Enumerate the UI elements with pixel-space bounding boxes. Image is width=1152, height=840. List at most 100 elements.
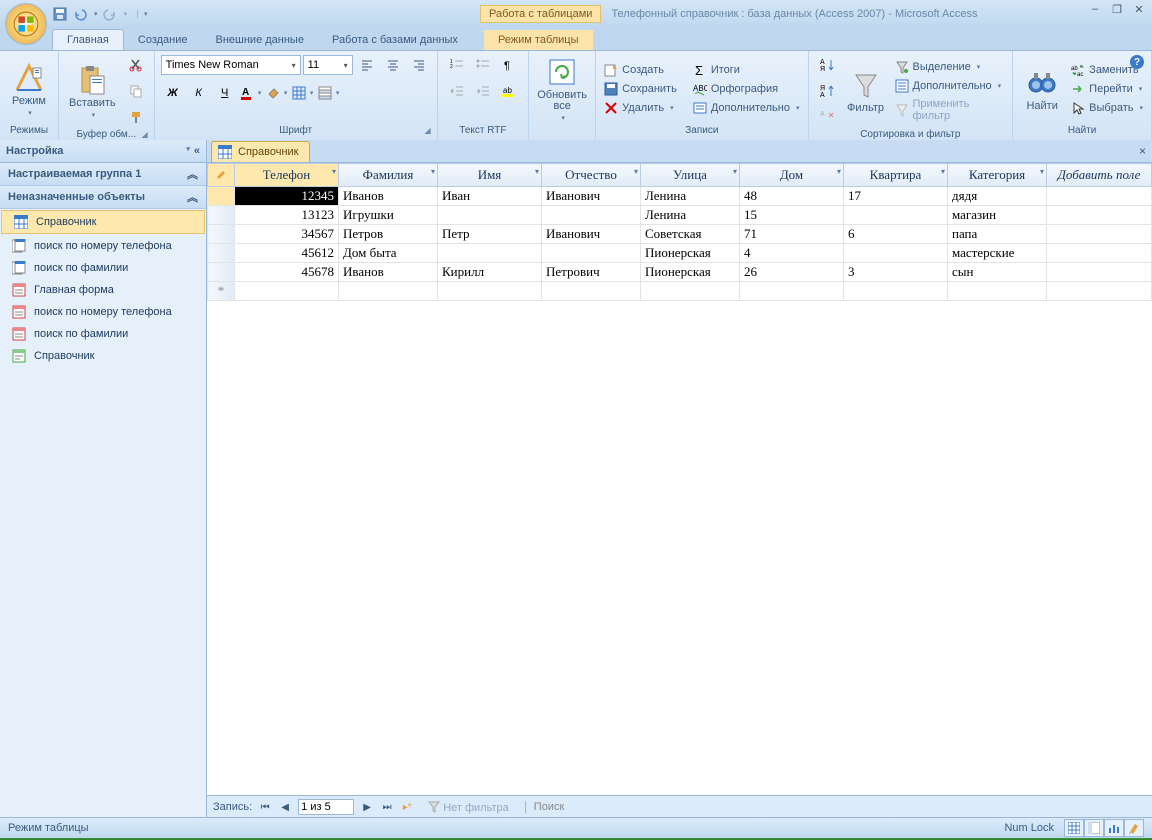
cut-button[interactable] <box>124 53 148 77</box>
tab-dbtools[interactable]: Работа с базами данных <box>318 30 472 50</box>
cell-kv[interactable]: 6 <box>844 225 948 244</box>
table-row[interactable]: 45678ИвановКириллПетровичПионерская263сы… <box>208 263 1152 282</box>
cell-fam[interactable]: Игрушки <box>339 206 438 225</box>
row-selector[interactable] <box>208 244 235 263</box>
cell-ul[interactable]: Пионерская <box>641 244 740 263</box>
datasheet[interactable]: Телефон▾Фамилия▾Имя▾Отчество▾Улица▾Дом▾К… <box>207 163 1152 795</box>
select-all-cell[interactable] <box>208 164 235 187</box>
undo-icon[interactable] <box>72 6 88 22</box>
cell-ul[interactable]: Советская <box>641 225 740 244</box>
col-header-5[interactable]: Дом▾ <box>740 164 844 187</box>
col-header-3[interactable]: Отчество▾ <box>542 164 641 187</box>
table-row[interactable]: 34567ПетровПетрИвановичСоветская716папа <box>208 225 1152 244</box>
prev-record-button[interactable]: ◀ <box>278 800 292 814</box>
cell-imya[interactable]: Иван <box>438 187 542 206</box>
italic-button[interactable]: К <box>187 81 211 105</box>
cell-kat[interactable]: папа <box>948 225 1047 244</box>
col-header-1[interactable]: Фамилия▾ <box>339 164 438 187</box>
column-dropdown-icon[interactable]: ▾ <box>837 167 841 176</box>
copy-button[interactable] <box>124 79 148 103</box>
new-record-button[interactable]: Создать <box>602 62 679 78</box>
format-painter-button[interactable] <box>124 105 148 129</box>
nav-item-5[interactable]: поиск по фамилии <box>0 323 206 345</box>
next-record-button[interactable]: ▶ <box>360 800 374 814</box>
filter-button[interactable]: Фильтр <box>843 67 889 116</box>
align-center-button[interactable] <box>381 53 405 77</box>
nav-item-2[interactable]: поиск по фамилии <box>0 257 206 279</box>
goto-button[interactable]: Перейти▾ <box>1069 81 1145 97</box>
text-direction-button[interactable]: ¶ <box>497 53 521 77</box>
close-doc-button[interactable]: × <box>1139 144 1146 158</box>
cell-empty[interactable] <box>1047 206 1152 225</box>
cell-tel[interactable]: 12345 <box>235 187 339 206</box>
increase-indent-button[interactable] <box>471 79 495 103</box>
cell-ul[interactable]: Ленина <box>641 206 740 225</box>
cell-fam[interactable]: Иванов <box>339 187 438 206</box>
new-record-row[interactable]: * <box>208 282 1152 301</box>
cell-kat[interactable]: сын <box>948 263 1047 282</box>
delete-record-button[interactable]: Удалить▾ <box>602 100 679 116</box>
column-dropdown-icon[interactable]: ▾ <box>535 167 539 176</box>
gridlines-button[interactable]: ▾ <box>291 81 315 105</box>
font-color-button[interactable]: A▾ <box>239 81 263 105</box>
font-size-combo[interactable]: 11▾ <box>303 55 353 75</box>
cell-otch[interactable]: Петрович <box>542 263 641 282</box>
paste-button[interactable]: Вставить ▾ <box>65 62 120 121</box>
sort-desc-button[interactable]: ЯА <box>815 79 839 103</box>
save-icon[interactable] <box>52 6 68 22</box>
new-record-nav-button[interactable]: ▸* <box>400 800 414 814</box>
cell-tel[interactable]: 45678 <box>235 263 339 282</box>
cell-otch[interactable] <box>542 244 641 263</box>
fill-color-button[interactable]: ▾ <box>265 81 289 105</box>
minimize-button[interactable]: – <box>1088 3 1102 16</box>
column-dropdown-icon[interactable]: ▾ <box>332 167 336 176</box>
last-record-button[interactable]: ⏭ <box>380 800 394 814</box>
cell-kv[interactable]: 17 <box>844 187 948 206</box>
design-view-button[interactable] <box>1124 819 1144 837</box>
col-header-7[interactable]: Категория▾ <box>948 164 1047 187</box>
column-dropdown-icon[interactable]: ▾ <box>941 167 945 176</box>
altrow-color-button[interactable]: ▾ <box>317 81 341 105</box>
cell-empty[interactable] <box>1047 263 1152 282</box>
doc-tab-directory[interactable]: Справочник <box>211 141 310 162</box>
cell-ul[interactable]: Пионерская <box>641 263 740 282</box>
cell-imya[interactable] <box>438 206 542 225</box>
table-row[interactable]: 13123ИгрушкиЛенина15магазин <box>208 206 1152 225</box>
advanced-filter-button[interactable]: Дополнительно▾ <box>893 78 1007 94</box>
totals-button[interactable]: ΣИтоги <box>691 62 802 78</box>
cell-otch[interactable]: Иванович <box>542 225 641 244</box>
office-button[interactable] <box>5 3 47 45</box>
numbering-button[interactable]: 12 <box>445 53 469 77</box>
select-button[interactable]: Выбрать▾ <box>1069 100 1145 116</box>
nav-item-1[interactable]: поиск по номеру телефона <box>0 235 206 257</box>
cell-dom[interactable]: 4 <box>740 244 844 263</box>
cell-tel[interactable]: 45612 <box>235 244 339 263</box>
new-row-selector[interactable]: * <box>208 282 235 301</box>
col-header-6[interactable]: Квартира▾ <box>844 164 948 187</box>
help-icon[interactable]: ? <box>1130 55 1144 69</box>
cell-dom[interactable]: 48 <box>740 187 844 206</box>
cell-fam[interactable]: Иванов <box>339 263 438 282</box>
cell-otch[interactable] <box>542 206 641 225</box>
undo-dropdown-icon[interactable]: ▾ <box>94 10 98 18</box>
tab-datasheet[interactable]: Режим таблицы <box>484 30 593 50</box>
cell-tel[interactable]: 34567 <box>235 225 339 244</box>
cell-empty[interactable] <box>1047 225 1152 244</box>
redo-dropdown-icon[interactable]: ▾ <box>124 10 128 18</box>
row-selector[interactable] <box>208 187 235 206</box>
more-button[interactable]: Дополнительно▾ <box>691 100 802 116</box>
bold-button[interactable]: Ж <box>161 81 185 105</box>
cell-otch[interactable]: Иванович <box>542 187 641 206</box>
row-selector[interactable] <box>208 225 235 244</box>
cell-kat[interactable]: мастерские <box>948 244 1047 263</box>
sort-asc-button[interactable]: АЯ <box>815 53 839 77</box>
cell-tel[interactable]: 13123 <box>235 206 339 225</box>
column-dropdown-icon[interactable]: ▾ <box>1040 167 1044 176</box>
qat-customize-icon[interactable]: ▾ <box>137 10 148 18</box>
column-dropdown-icon[interactable]: ▾ <box>733 167 737 176</box>
cell-kv[interactable]: 3 <box>844 263 948 282</box>
col-header-4[interactable]: Улица▾ <box>641 164 740 187</box>
datasheet-view-button[interactable] <box>1064 819 1084 837</box>
find-button[interactable]: Найти <box>1019 65 1065 114</box>
view-button[interactable]: Режим ▾ <box>6 60 52 119</box>
